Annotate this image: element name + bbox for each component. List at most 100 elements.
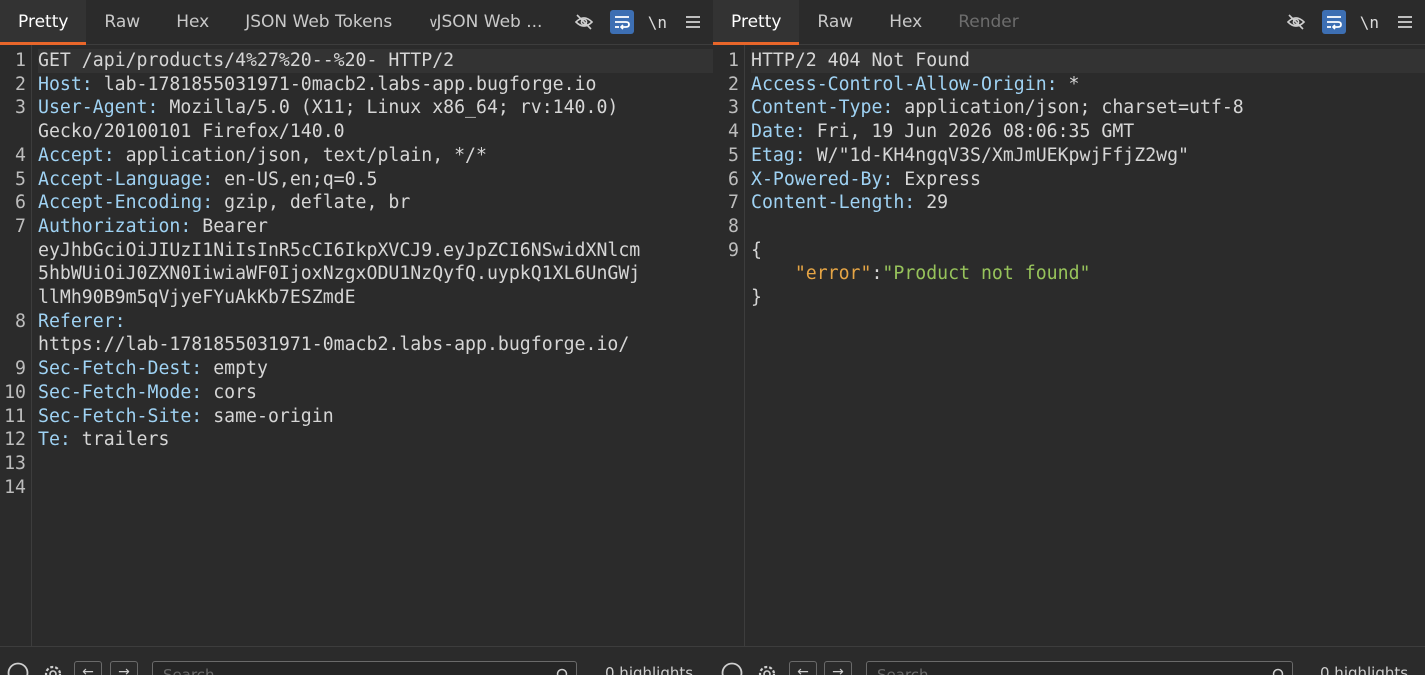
next-button[interactable]: → — [824, 661, 852, 675]
header-value: lab-1781855031971-0macb2.labs-app.bugfor… — [92, 73, 597, 95]
code-line: 1 GET /api/products/4%27%20--%20- HTTP/2 — [0, 49, 713, 73]
response-tab-pretty[interactable]: Pretty — [713, 0, 800, 45]
request-editor[interactable]: 1 GET /api/products/4%27%20--%20- HTTP/2 2… — [0, 45, 713, 646]
line-text: User-Agent: Mozilla/5.0 (X11; Linux x86_… — [38, 96, 713, 143]
header-name: Sec-Fetch-Site: — [38, 405, 203, 427]
request-tab-json-web-dropdown[interactable]: ∨JSON Web ... — [410, 0, 560, 44]
code-line: 8 — [713, 215, 1425, 239]
line-number: 8 — [15, 310, 26, 332]
request-search-input[interactable]: Search — [163, 666, 215, 675]
code-line: 2 Access-Control-Allow-Origin: * — [713, 73, 1425, 97]
request-tab-raw[interactable]: Raw — [86, 0, 158, 44]
line-number: 1 — [728, 50, 739, 71]
newline-toggle[interactable]: \n — [1360, 10, 1379, 34]
code-line: 3 User-Agent: Mozilla/5.0 (X11; Linux x86… — [0, 96, 713, 143]
eye-slash-icon[interactable] — [1284, 10, 1308, 34]
line-number: 9 — [728, 239, 739, 261]
response-editor[interactable]: 1 HTTP/2 404 Not Found 2 Access-Control-All… — [713, 45, 1425, 646]
header-value: trailers — [70, 429, 170, 451]
prev-button[interactable]: ← — [74, 661, 102, 675]
response-tab-raw[interactable]: Raw — [799, 0, 871, 44]
response-tab-hex[interactable]: Hex — [871, 0, 940, 44]
next-button[interactable]: → — [110, 661, 138, 675]
header-value: 29 — [915, 192, 949, 214]
line-number: 2 — [15, 73, 26, 95]
line-text: Accept: application/json, text/plain, */… — [38, 144, 713, 168]
line-text — [38, 476, 713, 500]
header-name: Content-Type: — [751, 97, 894, 119]
code-line: 4 Date: Fri, 19 Jun 2026 08:06:35 GMT — [713, 120, 1425, 144]
line-text: X-Powered-By: Express — [751, 168, 1425, 192]
line-text: { — [751, 239, 1425, 263]
request-tools: \n — [572, 0, 705, 44]
request-tab-pretty[interactable]: Pretty — [0, 0, 87, 45]
response-search-box[interactable]: Search — [866, 661, 1293, 675]
line-number: 4 — [15, 144, 26, 166]
help-icon[interactable] — [7, 662, 29, 675]
gear-icon[interactable] — [41, 662, 63, 675]
header-name: Sec-Fetch-Dest: — [38, 358, 203, 380]
code-line: 9 Sec-Fetch-Dest: empty — [0, 357, 713, 381]
header-value: empty — [202, 358, 268, 380]
header-name: X-Powered-By: — [751, 168, 894, 190]
line-number: 13 — [4, 452, 26, 474]
line-text: Referer: https://lab-1781855031971-0macb2… — [38, 310, 713, 357]
request-highlight-count: 0 highlights — [605, 664, 694, 675]
request-search-box[interactable]: Search — [152, 661, 577, 675]
gear-icon[interactable] — [755, 662, 777, 675]
header-name: Accept-Language: — [38, 168, 214, 190]
header-value: application/json; charset=utf-8 — [893, 97, 1244, 119]
code-line: } — [713, 286, 1425, 310]
header-value: Bearer — [191, 215, 268, 237]
header-value: GET /api/products/4%27%20--%20- HTTP/2 — [38, 50, 455, 71]
wrap-lines-icon[interactable] — [1321, 10, 1346, 34]
code-line: 10 Sec-Fetch-Mode: cors — [0, 381, 713, 405]
eye-slash-icon[interactable] — [572, 10, 596, 34]
line-number: 4 — [728, 121, 739, 143]
header-name: Te: — [38, 429, 71, 451]
response-tab-render[interactable]: Render — [940, 0, 1037, 44]
repeater-panels: Pretty Raw Hex JSON Web Tokens ∨JSON Web… — [0, 0, 1425, 675]
line-number: 6 — [728, 168, 739, 190]
header-value: HTTP/2 404 Not Found — [751, 50, 970, 71]
line-text: "error":"Product not found" — [751, 262, 1425, 286]
request-pane: Pretty Raw Hex JSON Web Tokens ∨JSON Web… — [0, 0, 713, 675]
hamburger-menu-icon[interactable] — [681, 10, 705, 34]
line-text: Sec-Fetch-Dest: empty — [38, 357, 713, 381]
line-text: Date: Fri, 19 Jun 2026 08:06:35 GMT — [751, 120, 1425, 144]
header-name: Access-Control-Allow-Origin: — [751, 73, 1058, 95]
code-line: 12 Te: trailers — [0, 428, 713, 452]
line-text — [38, 452, 713, 476]
request-tabbar: Pretty Raw Hex JSON Web Tokens ∨JSON Web… — [0, 0, 713, 45]
header-name: Sec-Fetch-Mode: — [38, 381, 203, 403]
hamburger-menu-icon[interactable] — [1393, 10, 1417, 34]
header-name: Content-Length: — [751, 192, 916, 214]
request-tab-hex[interactable]: Hex — [158, 0, 227, 44]
header-name: Accept: — [38, 144, 115, 166]
header-value: cors — [202, 381, 257, 403]
header-value: } — [751, 287, 762, 309]
newline-toggle[interactable]: \n — [648, 10, 667, 34]
request-tab-jwt[interactable]: JSON Web Tokens — [227, 0, 410, 44]
code-line: 1 HTTP/2 404 Not Found — [713, 49, 1425, 73]
code-line: "error":"Product not found" — [713, 262, 1425, 286]
code-line: 7 Content-Length: 29 — [713, 191, 1425, 215]
line-number: 8 — [728, 215, 739, 237]
continuation-text: eyJhbGciOiJIUzI1NiIsInR5cCI6IkpXVCJ9.eyJ… — [38, 239, 641, 261]
prev-button[interactable]: ← — [789, 661, 817, 675]
response-search-input[interactable]: Search — [877, 666, 929, 675]
header-value: en-US,en;q=0.5 — [213, 168, 378, 190]
header-value: Mozilla/5.0 (X11; Linux x86_64; rv:140.0… — [158, 97, 619, 119]
code-line: 5 Accept-Language: en-US,en;q=0.5 — [0, 168, 713, 192]
help-icon[interactable] — [721, 662, 743, 675]
json-string: "Product not found" — [882, 263, 1091, 285]
line-text: Sec-Fetch-Mode: cors — [38, 381, 713, 405]
line-number: 12 — [4, 429, 26, 451]
continuation-text: 5hbWUiOiJ0ZXN0IiwiaWF0IjoxNzgxODU1NzQyfQ… — [38, 263, 641, 285]
header-value: gzip, deflate, br — [213, 192, 411, 214]
code-line: 2 Host: lab-1781855031971-0macb2.labs-app… — [0, 73, 713, 97]
wrap-lines-icon[interactable] — [609, 10, 634, 34]
continuation-text: https://lab-1781855031971-0macb2.labs-ap… — [38, 334, 630, 356]
response-tabbar: Pretty Raw Hex Render \n — [713, 0, 1425, 45]
code-line: 8 Referer: https://lab-1781855031971-0macb… — [0, 310, 713, 357]
